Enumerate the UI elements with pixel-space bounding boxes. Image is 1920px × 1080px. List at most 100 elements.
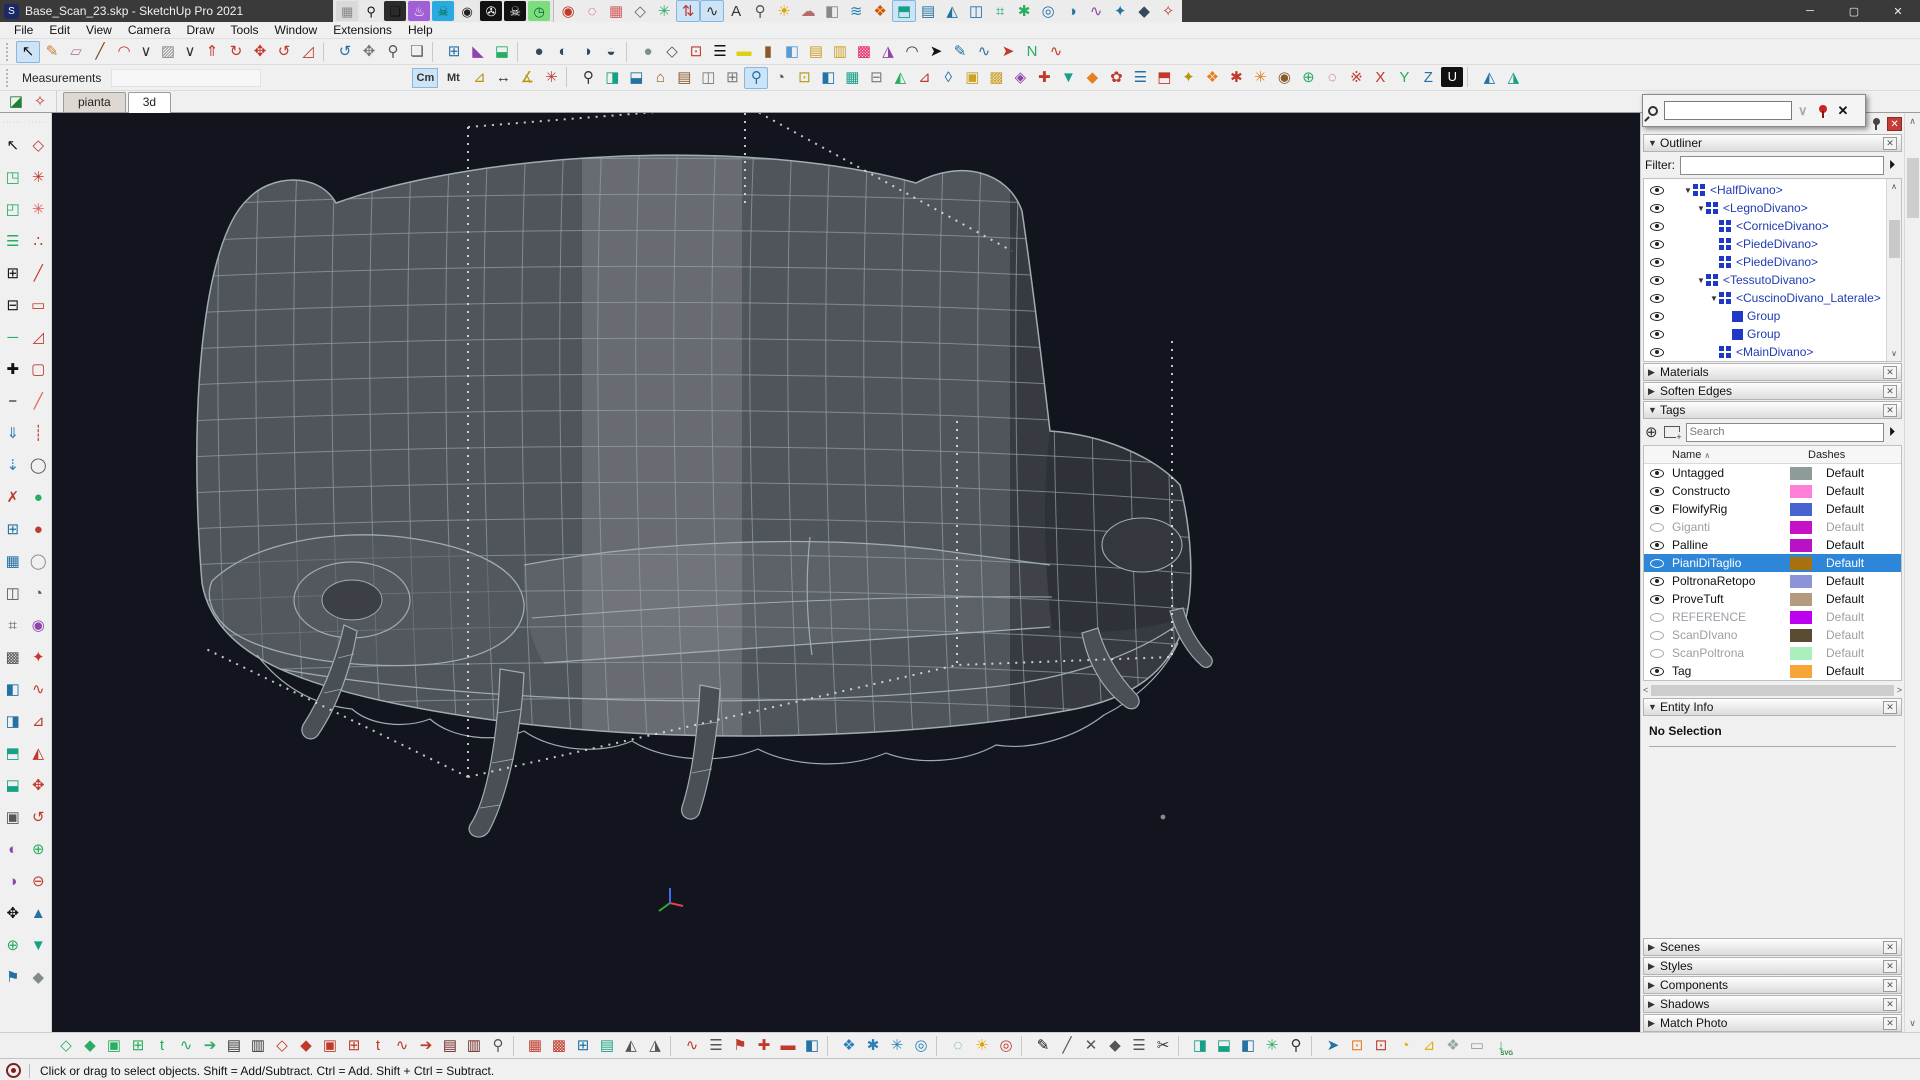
make-component-icon[interactable]: ⊞	[442, 41, 466, 63]
outliner-item[interactable]: <PiedeDivano>	[1644, 235, 1886, 253]
visibility-eye-icon[interactable]	[1650, 276, 1664, 285]
solid-union-icon[interactable]: ●	[527, 41, 551, 63]
panel-close-icon[interactable]: ✕	[1883, 385, 1897, 398]
eraser-icon[interactable]: ▱	[64, 41, 88, 63]
outliner-filter-input[interactable]	[1680, 156, 1884, 175]
tag-visibility-eye-icon[interactable]	[1650, 505, 1664, 514]
pen-edit-icon[interactable]: ✎	[948, 41, 972, 63]
box-stack-icon[interactable]: ▤	[916, 0, 940, 22]
half-box-icon[interactable]: ◨	[600, 67, 624, 89]
unit-button-mt[interactable]: Mt	[440, 68, 466, 88]
tree-expander-icon[interactable]: ▼	[1709, 294, 1719, 303]
solid-subtract-icon[interactable]: ◐	[551, 41, 575, 63]
pane-teal-icon[interactable]: ▤	[595, 1035, 619, 1057]
half-teal-icon[interactable]: ◨	[1188, 1035, 1212, 1057]
tag-name[interactable]: REFERENCE	[1672, 610, 1790, 624]
outliner-item[interactable]: Group	[1644, 307, 1886, 325]
plus-circle-icon[interactable]: ⊕	[26, 833, 50, 865]
bezier-icon[interactable]: ∿	[1084, 0, 1108, 22]
search-close-icon[interactable]: ✕	[1838, 103, 1849, 119]
sun-icon[interactable]: ☀	[772, 0, 796, 22]
toolbar-close-button[interactable]: ✕	[1887, 117, 1902, 131]
cube-red-icon[interactable]: ▣	[318, 1035, 342, 1057]
tri-up-icon[interactable]: ▲	[26, 897, 50, 929]
tag-name[interactable]: PoltronaRetopo	[1672, 574, 1790, 588]
tag-row[interactable]: ConstructoDefault	[1644, 482, 1901, 500]
tag-dashes[interactable]: Default	[1826, 610, 1864, 624]
zoom-extents-icon[interactable]: ❏	[405, 41, 429, 63]
zoom-icon[interactable]: ⚲	[381, 41, 405, 63]
quill-icon[interactable]: ➤	[924, 41, 948, 63]
scale-tool-icon[interactable]: ◿	[296, 41, 320, 63]
compass-icon[interactable]: ✦	[1108, 0, 1132, 22]
solid-trim-icon[interactable]: ◑	[575, 41, 599, 63]
tray-scrollbar[interactable]: ∧ ∨	[1904, 113, 1920, 1032]
cube-gray-icon[interactable]: ❖	[1441, 1035, 1465, 1057]
expand-arrow-icon[interactable]: ▶	[1648, 999, 1660, 1010]
tags-details-arrow-icon[interactable]: ⏵	[1884, 424, 1900, 440]
clock-part-icon[interactable]: ◔	[26, 577, 50, 609]
burst2-icon[interactable]: ✳	[1248, 67, 1272, 89]
outliner-item-label[interactable]: Group	[1747, 327, 1780, 341]
rectangle-tool-icon[interactable]: ▨	[156, 41, 180, 63]
minimize-button[interactable]: ─	[1788, 0, 1832, 22]
star-small-icon[interactable]: ✦	[26, 641, 50, 673]
styles-panel-header[interactable]: ▶Styles✕	[1643, 957, 1902, 975]
tri-down-icon[interactable]: ▼	[26, 929, 50, 961]
scenes-panel-header[interactable]: ▶Scenes✕	[1643, 938, 1902, 956]
unwrap-icon[interactable]: U	[1441, 67, 1463, 87]
skull-dark-icon[interactable]: ☠	[504, 1, 526, 21]
scale-x-icon[interactable]: X	[1368, 67, 1392, 89]
add-tag-icon[interactable]: ⊕	[1645, 423, 1658, 441]
tag-color-swatch[interactable]	[1790, 665, 1812, 678]
tree-expander-icon[interactable]: ▼	[1696, 204, 1706, 213]
book-green-icon[interactable]: ▤	[222, 1035, 246, 1057]
outliner-item[interactable]: <CorniceDivano>	[1644, 217, 1886, 235]
layer-list-icon[interactable]: ☰	[1, 225, 25, 257]
dimension-icon[interactable]: ↔	[491, 67, 515, 89]
net-dome-icon[interactable]: ◠	[900, 41, 924, 63]
crate-icon[interactable]: ▤	[672, 67, 696, 89]
search-icon[interactable]: ⚲	[360, 1, 382, 21]
profile-lines-icon[interactable]: ☰	[708, 41, 732, 63]
expand-arrow-icon[interactable]: ▶	[1648, 386, 1660, 397]
add-tag-folder-icon[interactable]	[1664, 426, 1680, 438]
move-tool-icon[interactable]: ✥	[248, 41, 272, 63]
half-left-icon[interactable]: ◧	[1, 673, 25, 705]
outliner-item-label[interactable]: <CuscinoDivano_Laterale>	[1736, 291, 1881, 305]
drape-icon[interactable]: ◭	[940, 0, 964, 22]
tag-name[interactable]: FlowifyRig	[1672, 502, 1790, 516]
outliner-item[interactable]: <MainDivano>	[1644, 343, 1886, 361]
unit-button-cm[interactable]: Cm	[412, 68, 438, 88]
rails-icon[interactable]: ┊	[26, 417, 50, 449]
outliner-item[interactable]: <PiedeDivano>	[1644, 253, 1886, 271]
expand-arrow-icon[interactable]: ▶	[1648, 980, 1660, 991]
scroll-left-icon[interactable]: <	[1643, 685, 1648, 695]
s-arrow-red-icon[interactable]: ➔	[414, 1035, 438, 1057]
tag-dashes[interactable]: Default	[1826, 520, 1864, 534]
rule-icon[interactable]: ☰	[704, 1035, 728, 1057]
outliner-item[interactable]: ▼<HalfDivano>	[1644, 181, 1886, 199]
burst-icon[interactable]: ✱	[1224, 67, 1248, 89]
hatch-grid-icon[interactable]: ▦	[604, 0, 628, 22]
lasso-icon[interactable]: ◌	[946, 1035, 970, 1057]
diag2-icon[interactable]: ╱	[1055, 1035, 1079, 1057]
tag-dashes[interactable]: Default	[1826, 664, 1864, 678]
delete-red-icon[interactable]: ✗	[1, 481, 25, 513]
grid-plus-icon[interactable]: ⊞	[720, 67, 744, 89]
search-dropdown-icon[interactable]: ∨	[1798, 103, 1808, 119]
slope-icon[interactable]: ◭	[619, 1035, 643, 1057]
follow-me-icon[interactable]: ↻	[224, 41, 248, 63]
tags-search-input[interactable]	[1686, 423, 1884, 442]
bottom-box-icon[interactable]: ⬓	[1, 769, 25, 801]
tag-name[interactable]: Tag	[1672, 664, 1790, 678]
select-arrow-icon[interactable]: ↖	[1, 129, 25, 161]
minus-circle-icon[interactable]: ⊖	[26, 865, 50, 897]
tag-color-swatch[interactable]	[1790, 485, 1812, 498]
edge-line-icon[interactable]: ╱	[26, 257, 50, 289]
gem-icon[interactable]: ◊	[936, 67, 960, 89]
yellow-area-icon[interactable]: ▬	[732, 41, 756, 63]
expand-green-icon[interactable]: ◳	[1, 161, 25, 193]
section-plane-icon[interactable]: ⬓	[490, 41, 514, 63]
image-folder2-icon[interactable]: ▥	[828, 41, 852, 63]
